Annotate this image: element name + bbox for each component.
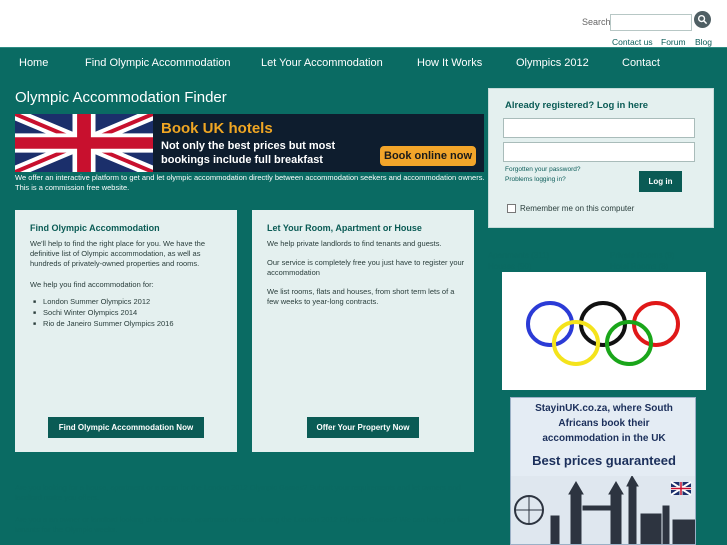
list-item: Sochi Winter Olympics 2014 (33, 308, 174, 319)
search-input[interactable] (610, 14, 692, 31)
apartments-link[interactable]: Apartments (311) (488, 251, 549, 260)
banner-headline: Book UK hotels (161, 120, 273, 137)
remember-label: Remember me on this computer (520, 204, 635, 213)
stayinuk-ad[interactable]: StayinUK.co.za, where South Africans boo… (510, 397, 696, 545)
username-field[interactable] (503, 118, 695, 138)
search-button[interactable] (694, 11, 711, 28)
book-online-button[interactable]: Book online now (380, 146, 476, 166)
find-panel-lead: We help you find accommodation for: (30, 280, 154, 289)
ad-line-3: accommodation in the UK (542, 433, 666, 444)
list-item: Rio de Janeiro Summer Olympics 2016 (33, 319, 173, 330)
offer-property-button[interactable]: Offer Your Property Now (307, 417, 419, 438)
login-button[interactable]: Log in (639, 171, 682, 192)
owner-text: Are you a an owner or landlord looking t… (15, 515, 470, 534)
intro-text: We offer an interactive platform to get … (15, 173, 485, 192)
union-jack-icon (15, 114, 153, 172)
find-accommodation-panel: Find Olympic Accommodation We'll help to… (15, 210, 237, 452)
olympics-list: London Summer Olympics 2012 Sochi Winter… (33, 297, 174, 330)
uk-flag-icon (670, 481, 692, 496)
let-panel-listing: We list rooms, flats and houses, from sh… (267, 287, 455, 306)
login-box: Already registered? Log in here Forgotte… (488, 88, 714, 228)
private-rooms-link[interactable]: Private Rooms (9) (610, 251, 674, 260)
nav-olympics-2012[interactable]: Olympics 2012 (516, 57, 589, 69)
find-panel-desc: We'll help to find the right place for y… (30, 239, 206, 268)
find-accommodation-button[interactable]: Find Olympic Accommodation Now (48, 417, 204, 438)
let-room-panel: Let Your Room, Apartment or House We hel… (252, 210, 474, 452)
let-panel-title: Let Your Room, Apartment or House (267, 223, 422, 233)
let-panel-free: Our service is completely free you just … (267, 258, 465, 277)
search-label: Search (582, 17, 611, 27)
page-title: Olympic Accommodation Finder (15, 89, 227, 106)
banner-subline: Not only the best prices but most bookin… (161, 140, 336, 166)
london-skyline-icon (511, 476, 695, 544)
main-nav: Home Find Olympic Accommodation Let Your… (0, 47, 727, 76)
nav-how-it-works[interactable]: How It Works (417, 57, 482, 69)
blog-link[interactable]: Blog (695, 37, 712, 47)
olympic-rings-image (502, 272, 706, 390)
contact-us-link[interactable]: Contact us (612, 37, 653, 47)
ad-line-2: Africans book their (558, 418, 650, 429)
top-bar: Search Contact us Forum Blog (0, 0, 727, 47)
let-panel-desc: We help private landlords to find tenant… (267, 239, 442, 248)
nav-contact[interactable]: Contact (622, 57, 660, 69)
login-title: Already registered? Log in here (505, 100, 649, 111)
ad-line-1: StayinUK.co.za, where South (535, 403, 673, 414)
nav-find-accommodation[interactable]: Find Olympic Accommodation (85, 57, 231, 69)
nav-let-accommodation[interactable]: Let Your Accommodation (261, 57, 383, 69)
forgot-password-link[interactable]: Forgotten your password? (505, 166, 581, 173)
list-item: London Summer Olympics 2012 (33, 297, 174, 308)
ad-line-4: Best prices guaranteed (532, 453, 676, 468)
hotels-banner-ad[interactable]: Book UK hotels Not only the best prices … (15, 114, 484, 172)
login-problems-link[interactable]: Problems logging in? (505, 176, 566, 183)
hotel-rooms-link[interactable]: Hotel Rooms (8) (610, 262, 668, 271)
forum-link[interactable]: Forum (661, 37, 686, 47)
remember-me[interactable]: Remember me on this computer (507, 204, 634, 213)
password-field[interactable] (503, 142, 695, 162)
houses-link[interactable]: Houses (90) (488, 262, 532, 271)
olympic-rings-icon (526, 301, 680, 366)
find-panel-title: Find Olympic Accommodation (30, 223, 160, 233)
seeker-text: Are you looking for a house, apartment o… (15, 483, 461, 502)
nav-home[interactable]: Home (19, 57, 48, 69)
search-icon (697, 14, 708, 25)
remember-checkbox[interactable] (507, 204, 516, 213)
